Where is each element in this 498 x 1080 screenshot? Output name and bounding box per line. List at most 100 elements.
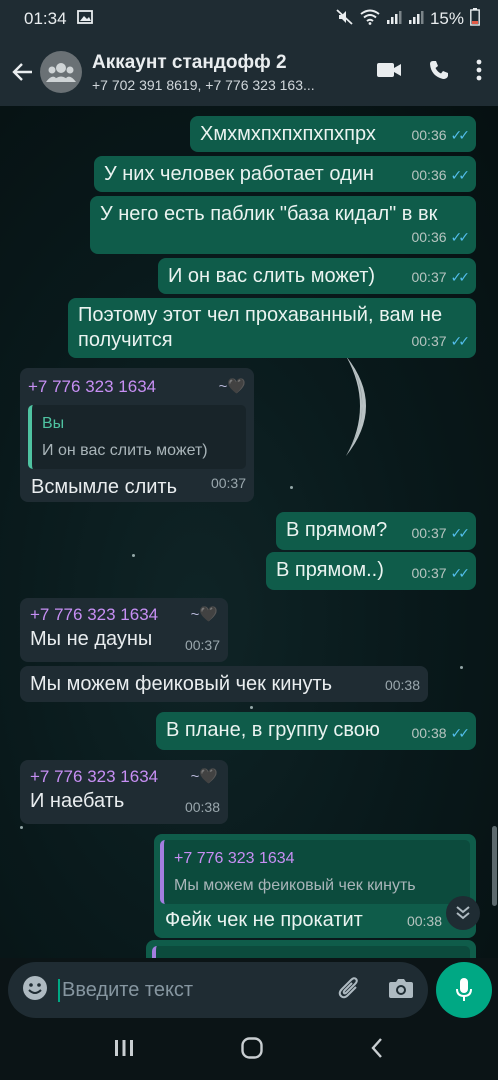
quoted-message (152, 946, 470, 958)
message-incoming[interactable]: +7 776 323 1634 ~🖤 Вы И он вас слить мож… (20, 368, 254, 502)
message-outgoing[interactable]: Хмхмхпхпхпхпхпрх 00:36 ✓✓ (190, 116, 476, 152)
quoted-message[interactable]: Вы И он вас слить может) (28, 405, 246, 469)
message-time: 00:37 (411, 525, 447, 541)
message-time: 00:36 (411, 167, 447, 183)
message-text: И он вас слить может) (168, 265, 376, 287)
message-outgoing[interactable]: Поэтому этот чел прохаванный, вам не пол… (68, 298, 476, 358)
emoji-button[interactable] (22, 975, 48, 1006)
double-check-icon: ✓✓ (450, 725, 471, 741)
message-time: 00:38 (184, 799, 220, 815)
more-options-button[interactable] (476, 59, 482, 86)
message-time: 00:37 (210, 475, 246, 491)
star-decoration (460, 666, 463, 669)
message-outgoing[interactable]: В прямом? 00:37 ✓✓ (276, 512, 476, 550)
status-time: 01:34 (24, 9, 67, 28)
message-text: Мы не дауны (30, 628, 153, 650)
moon-decoration (346, 356, 366, 456)
battery-icon (470, 7, 480, 31)
quoted-message[interactable]: +7 776 323 1634 Мы можем феиковый чек ки… (160, 840, 470, 904)
signal-icon-2 (408, 9, 424, 29)
chat-info[interactable]: Аккаунт стандофф 2 +7 702 391 8619, +7 7… (92, 52, 368, 93)
message-text: У него есть паблик "база кидал" в вк (100, 203, 438, 225)
message-time: 00:36 (411, 127, 447, 143)
scroll-to-bottom-button[interactable] (446, 896, 480, 930)
recent-apps-button[interactable] (113, 1038, 135, 1063)
message-text: Всмымле слить (31, 476, 177, 498)
video-call-button[interactable] (376, 61, 402, 84)
status-bar: 01:34 15% (0, 0, 498, 38)
message-outgoing[interactable]: У него есть паблик "база кидал" в вк 00:… (90, 196, 476, 254)
wifi-icon (360, 9, 380, 30)
star-decoration (250, 706, 253, 709)
double-check-icon: ✓✓ (450, 565, 471, 581)
message-incoming[interactable]: Мы можем феиковый чек кинуть 00:38 (20, 666, 428, 702)
chevron-left-icon (371, 1037, 383, 1058)
group-icon (46, 63, 76, 82)
emoji-icon (23, 975, 47, 1000)
quote-text: И он вас слить может) (42, 442, 208, 459)
back-button[interactable] (10, 59, 36, 85)
more-vertical-icon (476, 59, 482, 80)
camera-icon (389, 978, 413, 998)
message-outgoing[interactable]: +7 776 323 1634 Мы можем феиковый чек ки… (154, 834, 476, 938)
message-outgoing-partial[interactable] (146, 940, 476, 958)
message-time: 00:38 (384, 677, 420, 693)
voice-call-button[interactable] (428, 59, 450, 86)
double-check-icon: ✓✓ (450, 167, 471, 183)
message-time: 00:36 (411, 229, 447, 245)
message-outgoing[interactable]: В плане, в группу свою 00:38 ✓✓ (156, 712, 476, 750)
chat-title: Аккаунт стандофф 2 (92, 51, 287, 73)
message-outgoing[interactable]: В прямом..) 00:37 ✓✓ (266, 552, 476, 590)
message-time: 00:37 (184, 637, 220, 653)
chat-area[interactable]: Хмхмхпхпхпхпхпрх 00:36 ✓✓ У них человек р… (0, 106, 498, 958)
sender-name: +7 776 323 1634 (28, 377, 157, 396)
message-input[interactable]: Введите текст (58, 978, 336, 1002)
message-text: Поэтому этот чел прохаванный, вам не пол… (78, 304, 443, 351)
double-chevron-down-icon (456, 906, 470, 920)
message-time: 00:37 (411, 333, 447, 349)
home-icon (241, 1036, 263, 1059)
message-time: 00:38 (406, 913, 442, 929)
back-nav-button[interactable] (369, 1037, 385, 1064)
signal-icon (386, 9, 402, 29)
quote-author: +7 776 323 1634 (174, 850, 295, 867)
composer-bar: Введите текст (0, 958, 498, 1020)
scrollbar-thumb[interactable] (492, 826, 497, 906)
message-text: В прямом..) (276, 559, 384, 581)
group-avatar[interactable] (40, 51, 82, 93)
mute-icon (336, 8, 354, 30)
video-camera-icon (377, 62, 401, 77)
black-heart-icon: ~🖤 (190, 768, 218, 785)
message-time: 00:37 (411, 565, 447, 581)
star-decoration (20, 826, 23, 829)
message-incoming[interactable]: +7 776 323 1634 ~🖤 И наебать 00:38 (20, 760, 228, 824)
black-heart-icon: ~🖤 (218, 378, 246, 395)
double-check-icon: ✓✓ (450, 127, 471, 143)
message-time: 00:37 (411, 269, 447, 285)
message-text: Мы можем феиковый чек кинуть (30, 673, 333, 695)
system-nav-bar (0, 1020, 498, 1080)
camera-button[interactable] (388, 977, 414, 1004)
home-button[interactable] (240, 1036, 264, 1065)
quote-author: Вы (42, 415, 65, 432)
attach-button[interactable] (336, 975, 362, 1006)
message-text: В плане, в группу свою (166, 719, 380, 741)
arrow-left-icon (12, 63, 32, 81)
message-time: 00:38 (411, 725, 447, 741)
double-check-icon: ✓✓ (450, 333, 471, 349)
double-check-icon: ✓✓ (450, 525, 471, 541)
paperclip-icon (338, 976, 358, 998)
message-input-container[interactable]: Введите текст (8, 962, 428, 1018)
voice-message-button[interactable] (436, 962, 492, 1018)
double-check-icon: ✓✓ (450, 269, 471, 285)
recent-apps-icon (114, 1039, 133, 1056)
black-heart-icon: ~🖤 (190, 606, 218, 623)
message-incoming[interactable]: +7 776 323 1634 ~🖤 Мы не дауны 00:37 (20, 598, 228, 662)
message-text: У них человек работает один (104, 163, 374, 185)
microphone-icon (456, 978, 472, 1001)
gallery-icon (76, 9, 93, 29)
message-outgoing[interactable]: У них человек работает один 00:36 ✓✓ (94, 156, 476, 192)
message-outgoing[interactable]: И он вас слить может) 00:37 ✓✓ (158, 258, 476, 294)
chat-subtitle: +7 702 391 8619, +7 776 323 163... (92, 76, 315, 93)
chat-header: Аккаунт стандофф 2 +7 702 391 8619, +7 7… (0, 38, 498, 106)
